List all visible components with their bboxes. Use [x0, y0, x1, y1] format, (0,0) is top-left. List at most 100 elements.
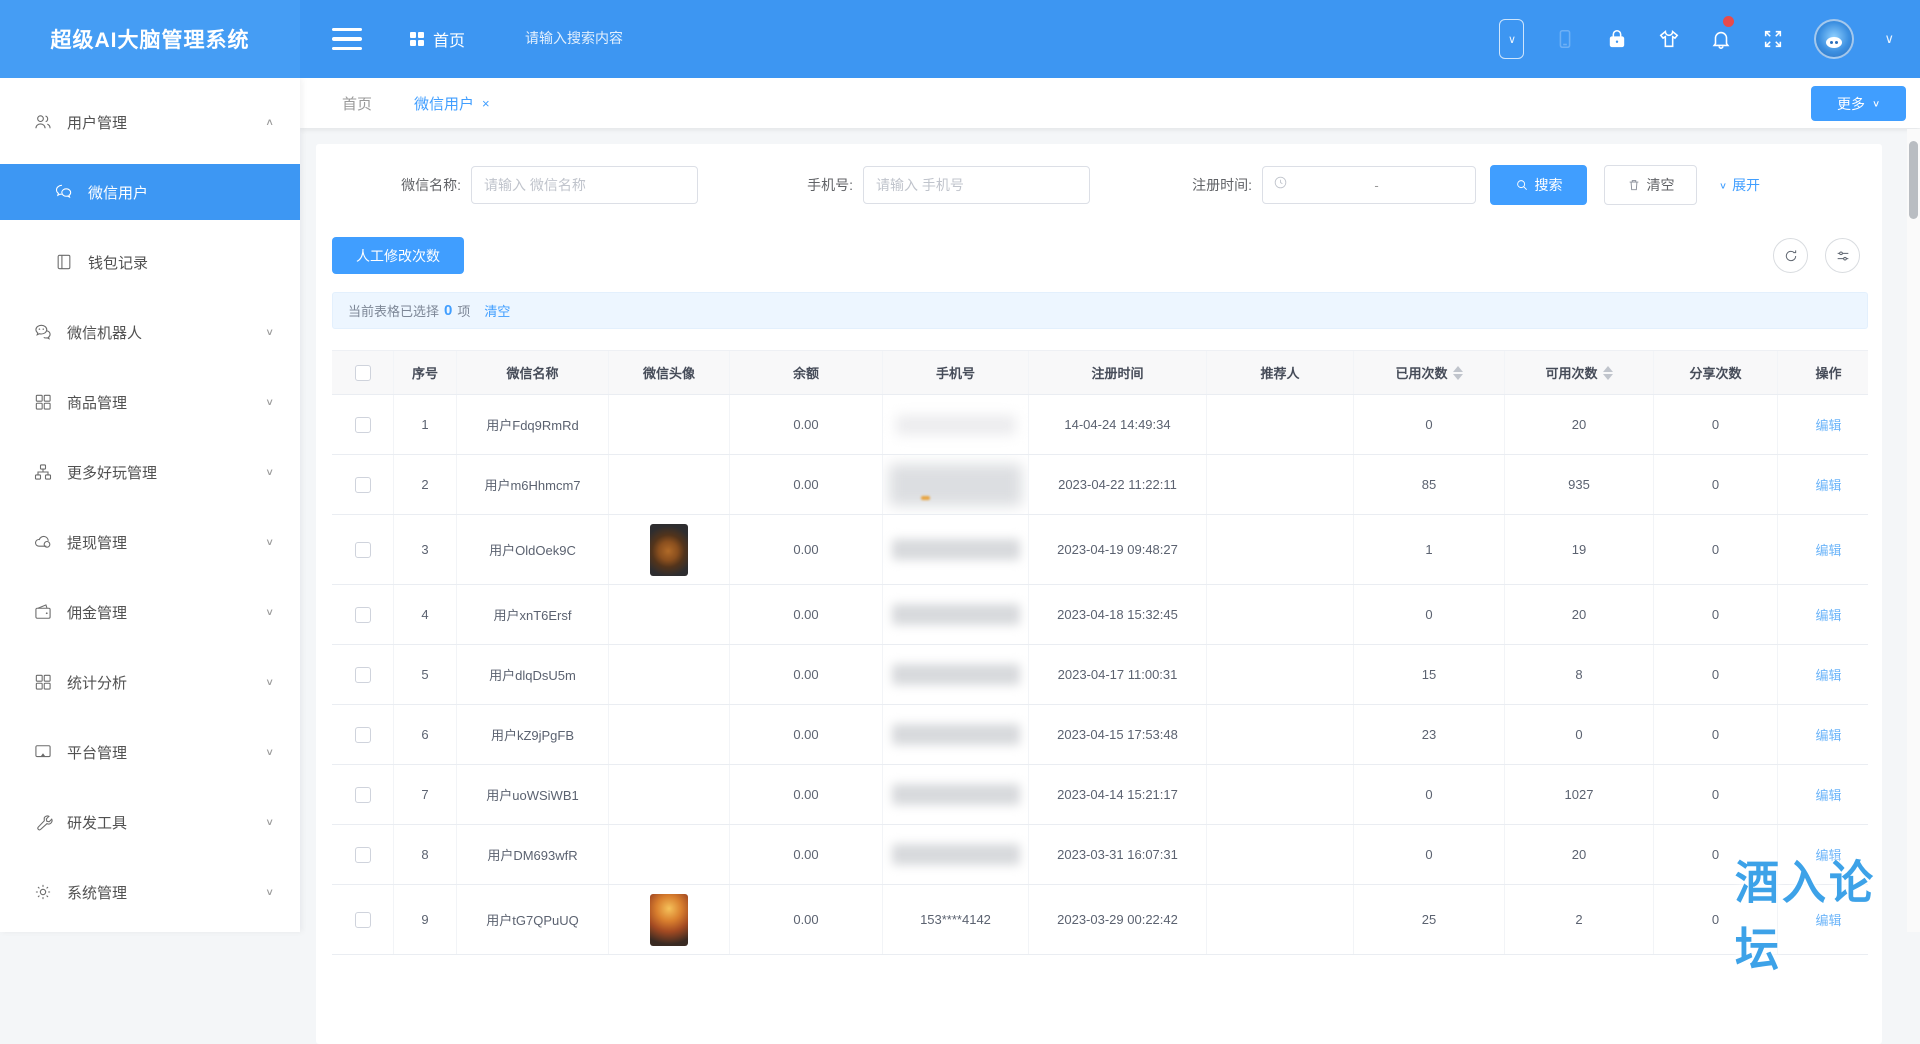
edit-link[interactable]: 编辑	[1815, 785, 1841, 804]
sidebar-item-platform-management[interactable]: 平台管理 ∨	[0, 724, 300, 780]
tab-wechat-users[interactable]: 微信用户 ×	[414, 93, 490, 114]
table-toolbar: 人工修改次数	[332, 237, 1868, 274]
sidebar-item-wechat-robot[interactable]: 微信机器人 ∨	[0, 304, 300, 360]
search-button[interactable]: 搜索	[1490, 165, 1587, 205]
header-home-link[interactable]: 首页	[410, 27, 465, 51]
cell-phone	[883, 765, 1029, 824]
cell-share-count: 0	[1654, 395, 1778, 454]
wechat-name-input[interactable]	[471, 166, 698, 204]
edit-link[interactable]: 编辑	[1815, 665, 1841, 684]
row-checkbox[interactable]	[355, 847, 371, 863]
sidebar-item-statistics[interactable]: 统计分析 ∨	[0, 654, 300, 710]
cell-actions: 编辑	[1778, 455, 1879, 514]
sidebar-item-label: 统计分析	[67, 672, 265, 693]
selection-bar: 当前表格已选择 0 项 清空	[332, 292, 1868, 329]
sidebar-item-system-management[interactable]: 系统管理 ∨	[0, 864, 300, 920]
cell-used-count: 0	[1354, 585, 1505, 644]
cell-used-count: 25	[1354, 885, 1505, 954]
column-header[interactable]: 可用次数	[1505, 351, 1654, 394]
sidebar-item-goods-management[interactable]: 商品管理 ∨	[0, 374, 300, 430]
wallet-record-icon	[54, 252, 74, 272]
chevron-down-icon: ∨	[265, 746, 274, 757]
device-icon[interactable]	[1554, 28, 1576, 50]
blurred-phone	[892, 604, 1020, 625]
selection-suffix: 项	[457, 301, 470, 320]
cell-available-count: 19	[1505, 515, 1654, 584]
cell-share-count: 0	[1654, 515, 1778, 584]
refresh-button[interactable]	[1773, 238, 1808, 273]
cell-avatar	[609, 825, 730, 884]
clear-button[interactable]: 清空	[1604, 165, 1697, 205]
column-header[interactable]: 已用次数	[1354, 351, 1505, 394]
column-header-label: 微信名称	[506, 363, 558, 382]
cell-used-count: 0	[1354, 765, 1505, 824]
sidebar-item-wallet-records[interactable]: 钱包记录	[0, 234, 300, 290]
column-header-label: 余额	[793, 363, 819, 382]
cell-reg-time: 2023-04-19 09:48:27	[1029, 515, 1207, 584]
sort-icon[interactable]	[1603, 366, 1613, 380]
user-menu-chevron-icon[interactable]: ∨	[1884, 31, 1894, 47]
cell-referrer	[1207, 885, 1354, 954]
sidebar-item-wechat-users[interactable]: 微信用户	[0, 164, 300, 220]
sort-icon[interactable]	[1453, 366, 1463, 380]
date-range-input[interactable]: -	[1262, 166, 1476, 204]
cell-wechat-name: 用户uoWSiWB1	[457, 765, 609, 824]
row-checkbox[interactable]	[355, 417, 371, 433]
row-checkbox[interactable]	[355, 727, 371, 743]
tab-home[interactable]: 首页	[342, 93, 372, 114]
column-settings-button[interactable]	[1825, 238, 1860, 273]
selection-clear-link[interactable]: 清空	[484, 301, 510, 320]
row-checkbox[interactable]	[355, 667, 371, 683]
phone-input[interactable]	[863, 166, 1090, 204]
sidebar-item-user-management[interactable]: 用户管理 ∧	[0, 94, 300, 150]
more-button[interactable]: 更多 ∨	[1811, 86, 1906, 121]
sidebar-item-dev-tools[interactable]: 研发工具 ∨	[0, 794, 300, 850]
row-checkbox[interactable]	[355, 477, 371, 493]
cell-referrer	[1207, 585, 1354, 644]
date-separator: -	[1288, 178, 1465, 193]
cell-referrer	[1207, 645, 1354, 704]
manual-modify-button[interactable]: 人工修改次数	[332, 237, 464, 274]
scrollbar-thumb[interactable]	[1909, 141, 1918, 219]
cell-phone	[883, 825, 1029, 884]
edit-link[interactable]: 编辑	[1815, 415, 1841, 434]
sidebar-item-label: 佣金管理	[67, 602, 265, 623]
fullscreen-icon[interactable]	[1762, 28, 1784, 50]
expand-link-label: 展开	[1732, 175, 1760, 195]
tab-bar: 首页 微信用户 × 更多 ∨	[300, 78, 1920, 128]
notification-badge	[1723, 16, 1734, 27]
sidebar-item-commission-management[interactable]: 佣金管理 ∨	[0, 584, 300, 640]
menu-toggle-icon[interactable]	[332, 28, 362, 50]
row-checkbox[interactable]	[355, 787, 371, 803]
cell-balance: 0.00	[730, 825, 883, 884]
sidebar-item-label: 系统管理	[67, 882, 265, 903]
refresh-icon	[1783, 248, 1799, 264]
cell-avatar	[609, 585, 730, 644]
lock-icon[interactable]	[1606, 28, 1628, 50]
row-checkbox[interactable]	[355, 542, 371, 558]
sidebar-item-withdraw-management[interactable]: 提现管理 ∨	[0, 514, 300, 570]
edit-link[interactable]: 编辑	[1815, 540, 1841, 559]
theme-icon[interactable]	[1658, 28, 1680, 50]
user-avatar[interactable]	[1814, 19, 1854, 59]
withdraw-icon	[33, 532, 53, 552]
expand-link[interactable]: ∨ 展开	[1719, 175, 1760, 195]
edit-link[interactable]: 编辑	[1815, 475, 1841, 494]
header-search-input[interactable]	[525, 30, 745, 46]
panel-toggle-icon[interactable]: ∨	[1499, 19, 1524, 59]
cell-available-count: 1027	[1505, 765, 1654, 824]
cell-balance: 0.00	[730, 765, 883, 824]
cell-used-count: 85	[1354, 455, 1505, 514]
select-all-checkbox[interactable]	[355, 365, 371, 381]
row-checkbox[interactable]	[355, 912, 371, 928]
close-icon[interactable]: ×	[482, 96, 490, 111]
column-header: 操作	[1778, 351, 1879, 394]
sidebar-item-more-fun-management[interactable]: 更多好玩管理 ∨	[0, 444, 300, 500]
row-checkbox[interactable]	[355, 607, 371, 623]
edit-link[interactable]: 编辑	[1815, 605, 1841, 624]
column-header: 手机号	[883, 351, 1029, 394]
edit-link[interactable]: 编辑	[1815, 725, 1841, 744]
vertical-scrollbar[interactable]	[1907, 129, 1920, 932]
cell-referrer	[1207, 705, 1354, 764]
bell-icon[interactable]	[1710, 28, 1732, 50]
